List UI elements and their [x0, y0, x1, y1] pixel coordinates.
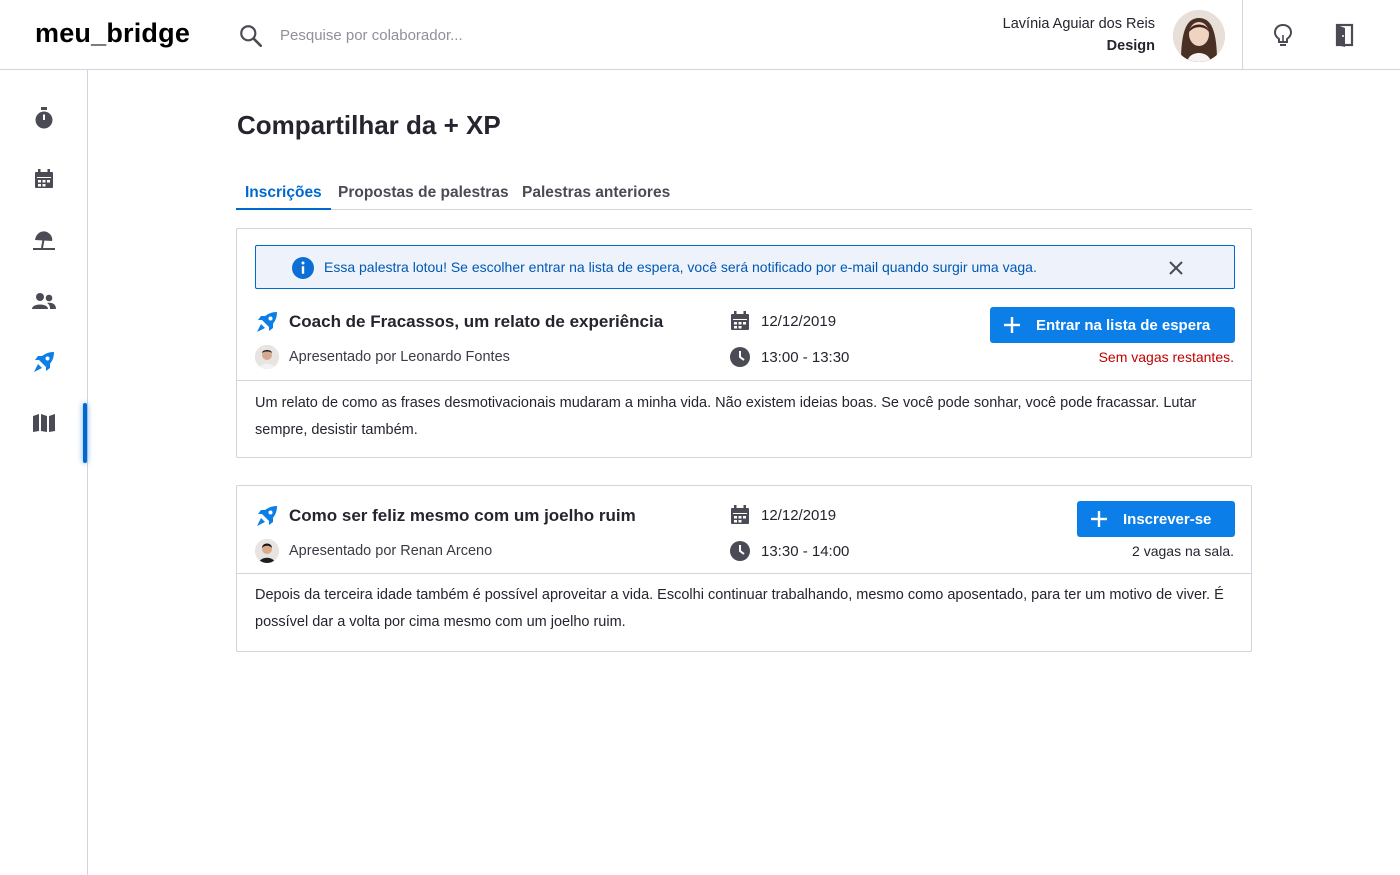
- talk-title: Coach de Fracassos, um relato de experiê…: [289, 312, 664, 331]
- top-header: meu_bridge Lavínia Aguiar dos Reis Desig…: [0, 0, 1400, 70]
- stopwatch-icon: [35, 107, 53, 129]
- subscribe-label: Inscrever-se: [1123, 510, 1212, 528]
- tab-palestras-anteriores[interactable]: Palestras anteriores: [513, 176, 679, 210]
- map-icon: [33, 414, 55, 432]
- search-icon[interactable]: [238, 23, 264, 49]
- rocket-icon: [257, 312, 277, 332]
- alert-message: Essa palestra lotou! Se escolher entrar …: [324, 259, 1037, 275]
- talk-card: Essa palestra lotou! Se escolher entrar …: [236, 228, 1252, 458]
- card-divider: [237, 380, 1251, 381]
- sidebar-item-people[interactable]: [22, 281, 66, 321]
- talk-time: 13:30 - 14:00: [761, 543, 850, 560]
- talk-date: 12/12/2019: [761, 507, 837, 524]
- sidebar-item-vacation[interactable]: [22, 220, 66, 260]
- page-title: Compartilhar da + XP: [237, 110, 501, 140]
- availability-status: Sem vagas restantes.: [1098, 349, 1234, 365]
- user-info[interactable]: Lavínia Aguiar dos Reis Design: [1003, 14, 1155, 58]
- join-waitlist-button[interactable]: Entrar na lista de espera: [990, 307, 1235, 343]
- user-name: Lavínia Aguiar dos Reis: [1002, 16, 1155, 32]
- presenter-avatar: [255, 539, 279, 563]
- logout-button[interactable]: [1329, 20, 1359, 50]
- plus-icon: [1091, 511, 1107, 527]
- calendar-icon: [731, 505, 749, 524]
- user-department: Design: [1106, 38, 1155, 54]
- presenter-name: Apresentado por Leonardo Fontes: [289, 349, 510, 365]
- close-icon[interactable]: [1166, 258, 1186, 278]
- sidebar-item-talks[interactable]: [22, 342, 66, 382]
- people-icon: [32, 293, 56, 309]
- talk-card: Como ser feliz mesmo com um joelho ruim …: [236, 485, 1252, 652]
- lightbulb-icon: [1273, 23, 1293, 46]
- rocket-icon: [257, 506, 277, 526]
- clock-icon: [730, 541, 750, 561]
- user-avatar[interactable]: [1173, 10, 1225, 62]
- info-icon: [292, 257, 314, 279]
- sidebar-nav: [0, 70, 88, 875]
- tab-inscricoes[interactable]: Inscrições: [236, 176, 331, 210]
- sidebar-item-calendar[interactable]: [22, 159, 66, 199]
- calendar-icon: [731, 311, 749, 330]
- rocket-icon: [34, 352, 54, 372]
- search-input[interactable]: [280, 22, 700, 48]
- talk-description: Um relato de como as frases desmotivacio…: [255, 395, 1197, 438]
- subscribe-button[interactable]: Inscrever-se: [1077, 501, 1235, 537]
- app-logo[interactable]: meu_bridge: [35, 18, 190, 49]
- join-waitlist-label: Entrar na lista de espera: [1036, 316, 1211, 334]
- presenter-avatar: [255, 345, 279, 369]
- presenter-name: Apresentado por Renan Arceno: [289, 543, 493, 559]
- tab-propostas-de-palestras[interactable]: Propostas de palestras: [329, 176, 518, 210]
- talk-title: Como ser feliz mesmo com um joelho ruim: [289, 506, 636, 525]
- sidebar-item-map[interactable]: [22, 403, 66, 443]
- clock-icon: [730, 347, 750, 367]
- header-divider: [1242, 0, 1243, 70]
- talk-description: Depois da terceira idade também é possív…: [255, 587, 1224, 630]
- plus-icon: [1004, 317, 1020, 333]
- tab-bar: Inscrições Propostas de palestras Palest…: [236, 176, 1252, 210]
- card-divider: [237, 573, 1251, 574]
- talk-time: 13:00 - 13:30: [761, 349, 850, 366]
- calendar-icon: [35, 169, 53, 188]
- sidebar-active-indicator: [83, 403, 87, 463]
- availability-status: 2 vagas na sala.: [1132, 543, 1234, 559]
- beach-umbrella-icon: [33, 231, 55, 250]
- talk-date: 12/12/2019: [761, 313, 837, 330]
- logout-door-icon: [1335, 23, 1354, 47]
- info-alert: Essa palestra lotou! Se escolher entrar …: [255, 245, 1235, 289]
- ideas-button[interactable]: [1268, 20, 1298, 50]
- sidebar-item-timesheet[interactable]: [22, 98, 66, 138]
